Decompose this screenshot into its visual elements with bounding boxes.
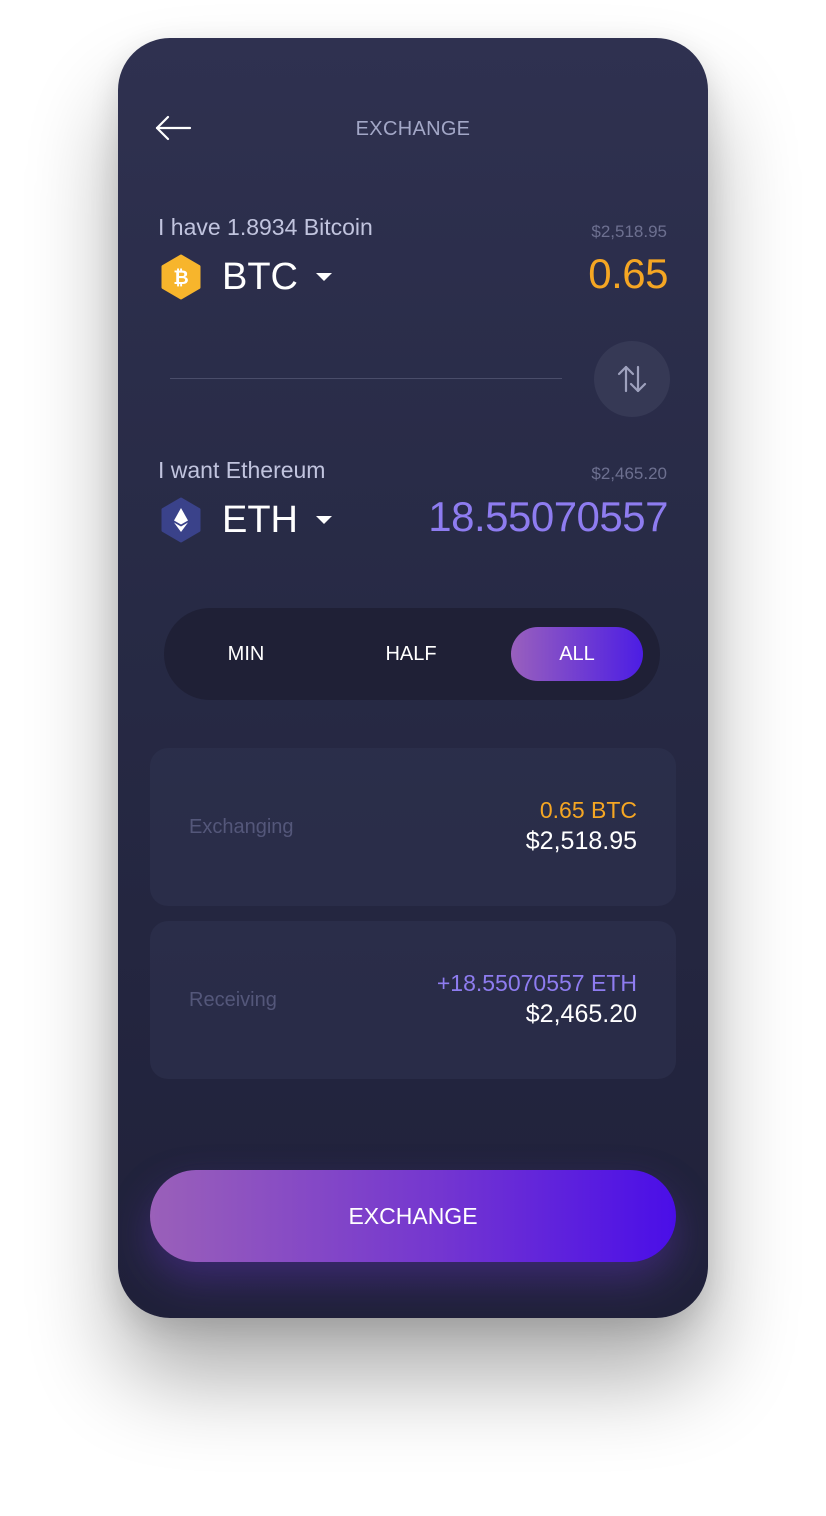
from-usd-value: $2,518.95 — [591, 222, 667, 241]
receiving-fiat-amount: $2,465.20 — [525, 1000, 637, 1028]
exchanging-card: Exchanging 0.65 BTC $2,518.95 — [150, 748, 676, 906]
to-ticker: ETH — [222, 498, 298, 541]
from-label: I have 1.8934 Bitcoin — [158, 214, 373, 240]
chevron-down-icon — [316, 516, 332, 524]
bitcoin-icon: ₿ — [161, 254, 201, 300]
ethereum-icon — [161, 497, 201, 543]
amount-selector: MIN HALF ALL — [164, 608, 660, 700]
receiving-crypto-amount: +18.55070557 ETH — [436, 970, 637, 996]
to-amount-input[interactable]: 18.55070557 — [428, 493, 668, 541]
from-coin-select[interactable]: ₿ BTC — [158, 253, 332, 301]
divider — [170, 378, 562, 379]
from-ticker: BTC — [222, 255, 298, 298]
phone-frame: EXCHANGE I have 1.8934 Bitcoin $2,518.95… — [118, 38, 708, 1318]
exchanging-fiat-amount: $2,518.95 — [525, 827, 637, 855]
exchanging-label: Exchanging — [189, 816, 294, 838]
receiving-card: Receiving +18.55070557 ETH $2,465.20 — [150, 921, 676, 1079]
min-button[interactable]: MIN — [181, 627, 311, 681]
chevron-down-icon — [316, 273, 332, 281]
exchanging-crypto-amount: 0.65 BTC — [539, 797, 637, 823]
svg-text:₿: ₿ — [173, 267, 188, 289]
from-amount-input[interactable]: 0.65 — [588, 250, 668, 298]
exchange-button[interactable]: EXCHANGE — [150, 1170, 676, 1262]
swap-arrows-icon — [617, 365, 647, 393]
half-button[interactable]: HALF — [346, 627, 476, 681]
to-label: I want Ethereum — [158, 457, 326, 483]
all-button[interactable]: ALL — [511, 627, 643, 681]
receiving-label: Receiving — [189, 989, 277, 1011]
to-usd-value: $2,465.20 — [591, 464, 667, 483]
swap-button[interactable] — [594, 341, 670, 417]
to-coin-select[interactable]: ETH — [158, 496, 332, 544]
page-title: EXCHANGE — [355, 118, 471, 140]
